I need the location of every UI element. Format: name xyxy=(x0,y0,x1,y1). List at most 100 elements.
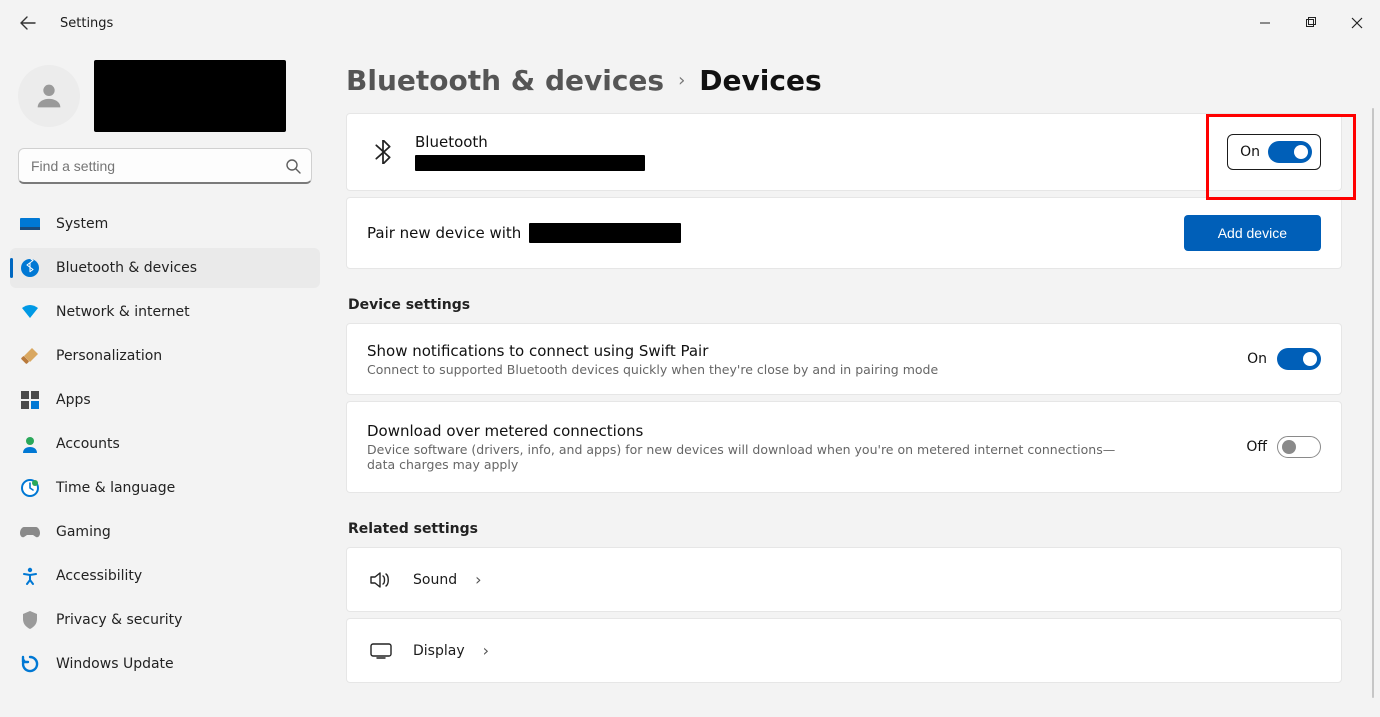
accessibility-icon xyxy=(20,566,40,586)
swift-pair-body: Show notifications to connect using Swif… xyxy=(367,342,1231,377)
sound-link-row[interactable]: Sound › xyxy=(347,548,1341,611)
sound-label: Sound xyxy=(413,572,457,588)
back-arrow-icon xyxy=(20,15,36,31)
sidebar-item-accessibility[interactable]: Accessibility xyxy=(10,556,320,596)
apps-icon xyxy=(20,390,40,410)
chevron-right-icon: › xyxy=(483,641,489,660)
sidebar-item-accounts[interactable]: Accounts xyxy=(10,424,320,464)
search-icon xyxy=(285,158,301,174)
display-link-card[interactable]: Display › xyxy=(346,618,1342,683)
section-device-settings: Device settings xyxy=(348,297,1342,313)
bluetooth-body: Bluetooth xyxy=(415,133,1211,171)
sidebar-item-bluetooth[interactable]: Bluetooth & devices xyxy=(10,248,320,288)
sidebar: System Bluetooth & devices Network & int… xyxy=(0,46,330,717)
sidebar-nav: System Bluetooth & devices Network & int… xyxy=(0,198,330,684)
swift-pair-sub: Connect to supported Bluetooth devices q… xyxy=(367,362,1231,377)
main-area: System Bluetooth & devices Network & int… xyxy=(0,46,1380,717)
maximize-icon xyxy=(1305,17,1317,29)
avatar xyxy=(18,65,80,127)
gaming-icon xyxy=(20,522,40,542)
metered-body: Download over metered connections Device… xyxy=(367,422,1230,472)
swift-pair-toggle-group[interactable]: On xyxy=(1247,348,1321,370)
breadcrumb-parent[interactable]: Bluetooth & devices xyxy=(346,64,664,97)
sidebar-item-gaming[interactable]: Gaming xyxy=(10,512,320,552)
window-controls xyxy=(1242,7,1380,39)
swift-pair-row: Show notifications to connect using Swif… xyxy=(347,324,1341,394)
sidebar-item-label: Personalization xyxy=(56,348,162,364)
back-button[interactable] xyxy=(18,13,38,33)
pair-row: Pair new device with Add device xyxy=(347,198,1341,268)
bluetooth-toggle-group[interactable]: On xyxy=(1227,134,1321,170)
minimize-icon xyxy=(1259,17,1271,29)
metered-toggle-group[interactable]: Off xyxy=(1246,436,1321,458)
sidebar-item-system[interactable]: System xyxy=(10,204,320,244)
metered-card: Download over metered connections Device… xyxy=(346,401,1342,493)
person-icon xyxy=(32,79,66,113)
close-button[interactable] xyxy=(1334,7,1380,39)
chevron-right-icon: › xyxy=(678,70,685,91)
profile-block[interactable] xyxy=(0,60,330,148)
sidebar-item-label: Network & internet xyxy=(56,304,190,320)
sidebar-item-time[interactable]: Time & language xyxy=(10,468,320,508)
close-icon xyxy=(1351,17,1363,29)
personalization-icon xyxy=(20,346,40,366)
metered-label: Download over metered connections xyxy=(367,422,1230,440)
app-title: Settings xyxy=(60,16,113,31)
metered-toggle[interactable] xyxy=(1277,436,1321,458)
update-icon xyxy=(20,654,40,674)
sound-icon xyxy=(367,571,395,589)
privacy-icon xyxy=(20,610,40,630)
sidebar-item-label: Accessibility xyxy=(56,568,142,584)
breadcrumb: Bluetooth & devices › Devices xyxy=(346,64,1342,97)
bluetooth-icon xyxy=(20,258,40,278)
sidebar-item-label: System xyxy=(56,216,108,232)
pair-card: Pair new device with Add device xyxy=(346,197,1342,269)
system-icon xyxy=(20,214,40,234)
sidebar-item-update[interactable]: Windows Update xyxy=(10,644,320,684)
breadcrumb-current: Devices xyxy=(699,64,821,97)
metered-row: Download over metered connections Device… xyxy=(347,402,1341,492)
minimize-button[interactable] xyxy=(1242,7,1288,39)
pair-label: Pair new device with xyxy=(367,224,521,242)
display-icon xyxy=(367,643,395,659)
maximize-button[interactable] xyxy=(1288,7,1334,39)
network-icon xyxy=(20,302,40,322)
swift-pair-label: Show notifications to connect using Swif… xyxy=(367,342,1231,360)
bluetooth-card: Bluetooth On xyxy=(346,113,1342,191)
bluetooth-lead-icon xyxy=(367,140,399,164)
search-input-wrap[interactable] xyxy=(18,148,312,184)
scrollbar-thumb[interactable] xyxy=(1372,108,1374,698)
bluetooth-toggle-state: On xyxy=(1240,144,1260,160)
bluetooth-row: Bluetooth On xyxy=(347,114,1341,190)
add-device-button[interactable]: Add device xyxy=(1184,215,1321,251)
content: Bluetooth & devices › Devices Bluetooth … xyxy=(330,46,1366,717)
scrollbar-track[interactable] xyxy=(1366,46,1380,717)
bluetooth-toggle[interactable] xyxy=(1268,141,1312,163)
sidebar-item-label: Bluetooth & devices xyxy=(56,260,197,276)
metered-sub: Device software (drivers, info, and apps… xyxy=(367,442,1137,472)
sidebar-item-personalization[interactable]: Personalization xyxy=(10,336,320,376)
display-link-row[interactable]: Display › xyxy=(347,619,1341,682)
sidebar-item-label: Time & language xyxy=(56,480,175,496)
accounts-icon xyxy=(20,434,40,454)
sidebar-item-label: Gaming xyxy=(56,524,111,540)
bluetooth-glyph-icon xyxy=(374,140,392,164)
pair-body: Pair new device with xyxy=(367,223,1168,243)
metered-toggle-state: Off xyxy=(1246,439,1267,455)
pair-device-name-redacted xyxy=(529,223,681,243)
sidebar-item-privacy[interactable]: Privacy & security xyxy=(10,600,320,640)
sidebar-item-label: Windows Update xyxy=(56,656,174,672)
sidebar-item-network[interactable]: Network & internet xyxy=(10,292,320,332)
search-wrap xyxy=(0,148,330,198)
search-input[interactable] xyxy=(29,157,285,175)
swift-pair-toggle[interactable] xyxy=(1277,348,1321,370)
section-related-settings: Related settings xyxy=(348,521,1342,537)
titlebar-left: Settings xyxy=(18,13,113,33)
sound-link-card[interactable]: Sound › xyxy=(346,547,1342,612)
swift-pair-card: Show notifications to connect using Swif… xyxy=(346,323,1342,395)
display-label: Display xyxy=(413,643,465,659)
sidebar-item-label: Apps xyxy=(56,392,91,408)
time-icon xyxy=(20,478,40,498)
sidebar-item-apps[interactable]: Apps xyxy=(10,380,320,420)
bluetooth-label: Bluetooth xyxy=(415,133,1211,151)
